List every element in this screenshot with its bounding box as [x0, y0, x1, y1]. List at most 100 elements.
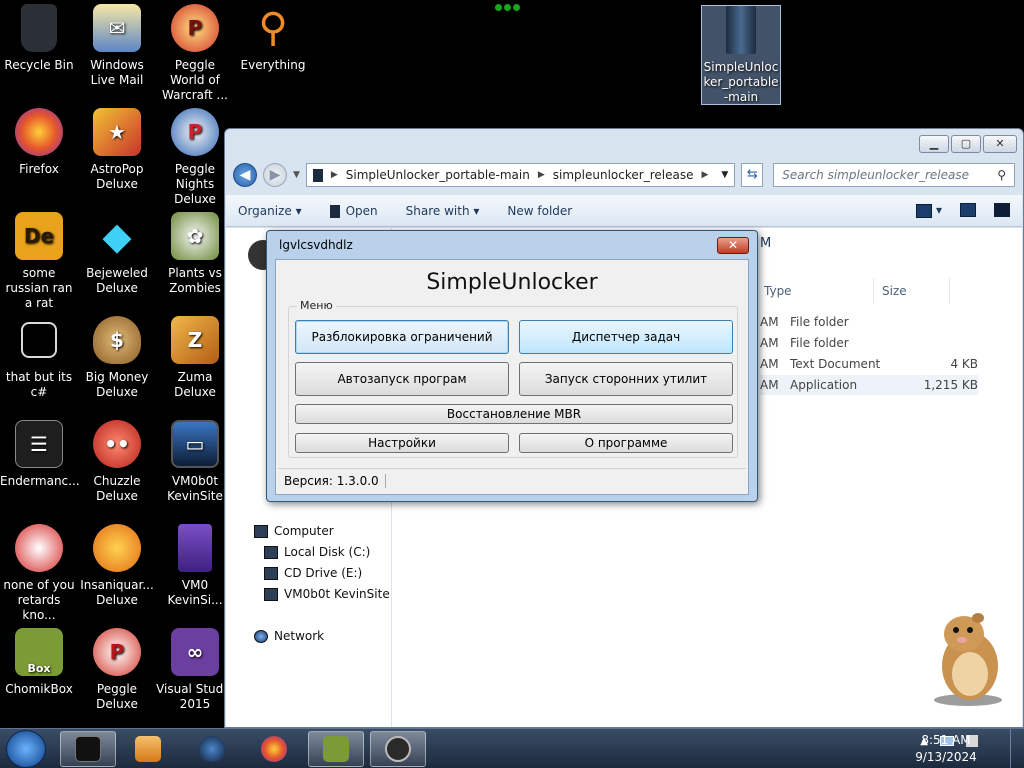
taskbar-app-globe[interactable] [184, 731, 240, 767]
third-party-utilities-button[interactable]: Запуск сторонних утилит [519, 362, 733, 396]
desktop-icon-label: Recycle Bin [4, 58, 74, 72]
refresh-button[interactable]: ⇆ [741, 163, 764, 187]
share-with-menu[interactable]: Share with ▾ [406, 204, 480, 218]
globe-icon [199, 736, 225, 762]
taskbar-clock[interactable]: 8:51 AM 9/13/2024 [908, 732, 984, 766]
desktop-icon-label: SimpleUnlocker_portable-main [703, 60, 779, 104]
show-desktop-button[interactable] [1010, 729, 1024, 768]
desktop-icon-windows-live-mail[interactable]: ✉ Windows Live Mail [78, 4, 156, 104]
desktop-icon-label: VM0 KevinSi... [167, 578, 223, 607]
nav-item-cd-drive[interactable]: CD Drive (E:) [264, 566, 362, 580]
desktop-icon-astropop[interactable]: ★ AstroPop Deluxe [78, 108, 156, 208]
share-with-label: Share with [405, 203, 470, 218]
maximize-button[interactable]: ▢ [951, 135, 981, 153]
change-view-button[interactable]: ▾ [916, 203, 942, 218]
nav-item-network[interactable]: Network [254, 629, 324, 643]
desktop-icon-zuma[interactable]: Z Zuma Deluxe [156, 316, 234, 416]
app-icon [329, 204, 340, 218]
magnifier-icon: ⚲ [258, 4, 288, 51]
nav-item-local-disk[interactable]: Local Disk (C:) [264, 545, 370, 559]
open-label: Open [345, 203, 378, 218]
taskbar-app-media-player[interactable] [120, 731, 176, 767]
nav-item-computer[interactable]: Computer [254, 524, 334, 538]
task-manager-button[interactable]: Диспетчер задач [519, 320, 733, 354]
file-type: File folder [790, 315, 849, 329]
taskbar-app-chomikbox[interactable] [308, 731, 364, 767]
taskbar-app-explorer[interactable] [60, 731, 116, 767]
forward-button[interactable]: ▶ [262, 163, 287, 187]
astropop-icon: ★ [93, 108, 141, 156]
recent-pages-dropdown[interactable]: ▼ [293, 170, 300, 180]
desktop-icon-label: Big Money Deluxe [85, 370, 149, 399]
app-title: SimpleUnlocker [426, 270, 598, 295]
version-label: Версия: 1.3.0.0 [278, 473, 386, 488]
file-row[interactable]: AM File folder [760, 333, 978, 353]
unlock-restrictions-button[interactable]: Разблокировка ограничений [295, 320, 509, 354]
restore-mbr-button[interactable]: Восстановление MBR [295, 404, 733, 424]
desktop-icon-chuzzle[interactable]: •• Chuzzle Deluxe [78, 420, 156, 520]
minimize-button[interactable]: ▁ [919, 135, 949, 153]
column-header-type[interactable]: Type [756, 278, 874, 304]
desktop-icon-simpleunlocker-folder[interactable]: SimpleUnlocker_portable-main [701, 5, 781, 105]
nav-item-label: Computer [274, 524, 334, 538]
settings-button[interactable]: Настройки [295, 433, 509, 453]
address-bar[interactable]: ▶ SimpleUnlocker_portable-main ▶ simpleu… [305, 163, 736, 187]
chevron-right-icon[interactable]: ▶ [331, 170, 338, 180]
desktop-icon-plants-vs-zombies[interactable]: ✿ Plants vs Zombies [156, 212, 234, 312]
breadcrumb-item[interactable]: SimpleUnlocker_portable-main [346, 168, 530, 182]
desktop-icon-endermanc[interactable]: ☰ Endermanc... [0, 420, 80, 520]
taskbar-app-firefox[interactable] [246, 731, 302, 767]
desktop-icon-visual-studio[interactable]: ∞ Visual Studio 2015 [156, 628, 234, 728]
desktop-icon-peggle-wow[interactable]: P Peggle World of Warcraft ... [156, 4, 234, 104]
desktop-icon-bejeweled[interactable]: ◆ Bejeweled Deluxe [78, 212, 156, 312]
taskbar-app-simpleunlocker[interactable] [370, 731, 426, 767]
address-dropdown[interactable]: ▼ [721, 170, 728, 180]
file-row[interactable]: AM File folder [760, 312, 978, 332]
desktop-icon-firefox[interactable]: Firefox [0, 108, 78, 208]
open-button[interactable]: Open [329, 203, 378, 218]
desktop-icon-insaniquarium[interactable]: Insaniquar... Deluxe [78, 524, 156, 624]
start-button[interactable] [6, 730, 46, 768]
peggle-icon: P [171, 4, 219, 52]
desktop-icon-some-russian-ran-a-rat[interactable]: De some russian ran a rat [0, 212, 78, 312]
about-button[interactable]: О программе [519, 433, 733, 453]
view-options: ▾ [916, 203, 1010, 218]
desktop-icon-vm0b0t[interactable]: ▭ VM0b0t KevinSite [156, 420, 234, 520]
desktop-icon-peggle-deluxe[interactable]: P Peggle Deluxe [78, 628, 156, 728]
chevron-right-icon[interactable]: ▶ [701, 170, 708, 180]
view-icon [916, 203, 933, 218]
desktop-icon-everything[interactable]: ⚲ Everything [234, 4, 312, 104]
file-size: 4 KB [950, 357, 978, 371]
desktop-icon-peggle-nights[interactable]: P Peggle Nights Deluxe [156, 108, 234, 208]
new-folder-button[interactable]: New folder [507, 204, 572, 218]
money-bag-icon: $ [93, 316, 141, 364]
file-row[interactable]: AM Application 1,215 KB [760, 375, 978, 395]
desktop-icon-label: none of you retards kno... [3, 578, 75, 622]
desktop-icon-label: Endermanc... [0, 474, 80, 488]
desktop-icon-none-of-you[interactable]: none of you retards kno... [0, 524, 78, 624]
dialog-close-button[interactable]: ✕ [717, 237, 749, 254]
breadcrumb-item[interactable]: simpleunlocker_release [553, 168, 694, 182]
desktop-icon-big-money[interactable]: $ Big Money Deluxe [78, 316, 156, 416]
desktop-icon-label: Visual Studio 2015 [156, 682, 234, 711]
preview-pane-icon[interactable] [960, 203, 976, 218]
close-button[interactable]: ✕ [983, 135, 1017, 153]
desktop-icon-vm0-kevinsite[interactable]: VM0 KevinSi... [156, 524, 234, 624]
command-bar: Organize ▾ Open Share with ▾ New folder … [226, 195, 1022, 227]
search-input[interactable]: Search simpleunlocker_release ⚲ [773, 163, 1015, 187]
column-header-size[interactable]: Size [874, 278, 950, 304]
file-row[interactable]: AM Text Document 4 KB [760, 354, 978, 374]
desktop-icon-label: Zuma Deluxe [174, 370, 216, 399]
help-icon[interactable] [994, 203, 1010, 218]
desktop-icon-recycle-bin[interactable]: Recycle Bin [0, 4, 78, 104]
chevron-right-icon[interactable]: ▶ [538, 170, 545, 180]
autorun-button[interactable]: Автозапуск програм [295, 362, 509, 396]
desktop-icon-label: some russian ran a rat [5, 266, 73, 310]
organize-menu[interactable]: Organize ▾ [238, 204, 302, 218]
desktop-icon-that-but-its-csharp[interactable]: that but its c# [0, 316, 78, 416]
nav-item-vm0b0t[interactable]: VM0b0t KevinSite [264, 587, 390, 601]
back-button[interactable]: ◀ [233, 163, 257, 187]
nav-item-label: CD Drive (E:) [284, 566, 363, 580]
desktop-icon-chomikbox[interactable]: Box ChomikBox [0, 628, 78, 728]
drive-icon [264, 545, 278, 559]
